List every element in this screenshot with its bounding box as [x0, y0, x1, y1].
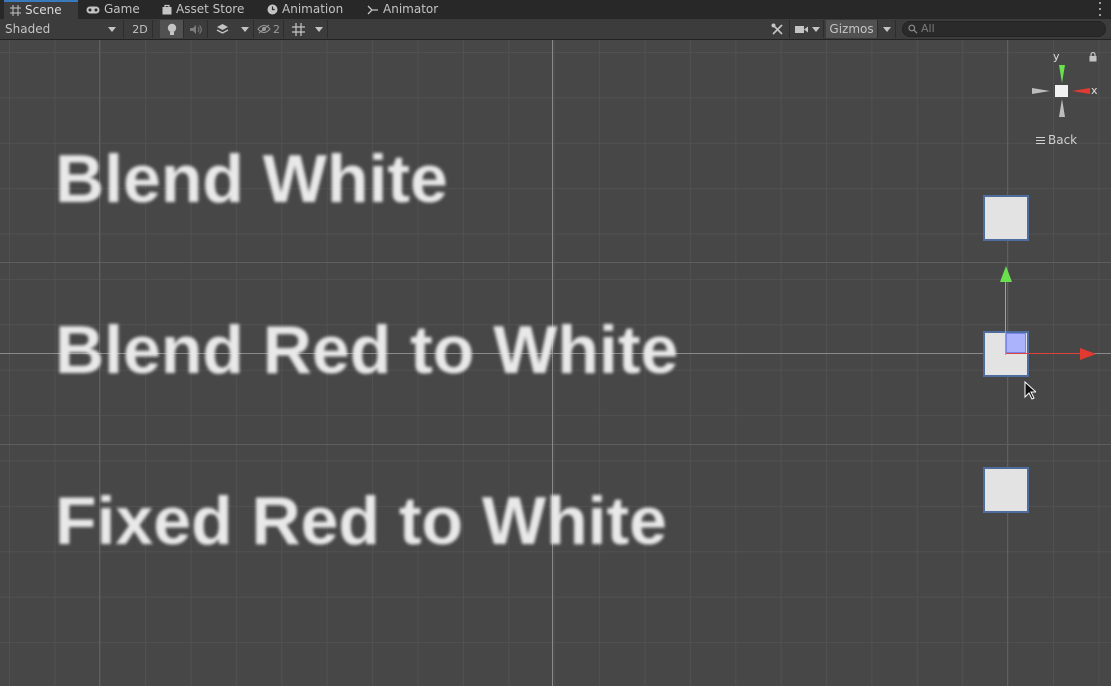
move-gizmo-x-axis[interactable] [1006, 353, 1084, 354]
sprite-object[interactable] [983, 467, 1029, 513]
scene-text-blend-white[interactable]: Blend White [55, 140, 448, 218]
chevron-down-icon [314, 26, 323, 32]
gizmos-dropdown[interactable] [878, 20, 896, 38]
effects-dropdown[interactable] [236, 20, 254, 38]
tab-asset-store[interactable]: Asset Store [156, 0, 254, 19]
chevron-down-icon [240, 26, 249, 32]
lightbulb-icon [167, 23, 176, 35]
clock-icon [267, 4, 278, 15]
toggle-2d-label: 2D [132, 22, 148, 36]
axis-neg-y-cone[interactable] [1059, 99, 1065, 117]
chevron-down-icon [108, 27, 116, 32]
scene-toolbar: Shaded 2D 2 Gizmos All [0, 19, 1111, 40]
grid-snap-icon [291, 22, 305, 36]
axis-center-cube[interactable] [1055, 85, 1068, 97]
toggle-audio-button[interactable] [184, 20, 208, 38]
search-icon [908, 24, 918, 34]
gizmos-button[interactable]: Gizmos [826, 20, 878, 38]
eye-slash-icon [257, 24, 271, 34]
sprite-object[interactable] [983, 195, 1029, 241]
tab-scene[interactable]: Scene [4, 0, 78, 19]
chevron-down-icon [882, 26, 891, 32]
gamepad-icon [86, 6, 100, 13]
hidden-objects-toggle[interactable]: 2 [254, 20, 284, 38]
tools-icon [771, 23, 783, 35]
axis-y-label: y [1053, 50, 1060, 63]
camera-settings-dropdown[interactable] [792, 20, 824, 38]
tab-label: Game [104, 2, 140, 16]
tab-label: Asset Store [176, 2, 245, 16]
layers-icon [216, 24, 228, 34]
speaker-icon [190, 24, 202, 34]
mouse-cursor-icon [1024, 381, 1036, 400]
scene-text-fixed-red-to-white[interactable]: Fixed Red to White [55, 482, 667, 560]
bag-icon [162, 4, 172, 15]
move-gizmo-x-arrow[interactable] [1080, 348, 1096, 360]
search-placeholder: All [921, 22, 935, 35]
move-gizmo-y-arrow[interactable] [1000, 266, 1012, 282]
menu-icon [1036, 136, 1045, 144]
unity-scene-window: Scene Game Asset Store Animation Animato… [0, 0, 1111, 686]
gizmos-label: Gizmos [829, 22, 874, 36]
tab-label: Animator [383, 2, 439, 16]
tab-label: Scene [25, 3, 62, 17]
axis-y-cone[interactable] [1059, 65, 1065, 83]
view-back-label: Back [1048, 133, 1078, 147]
toggle-effects-button[interactable] [208, 20, 236, 38]
toggle-2d-button[interactable]: 2D [128, 20, 153, 38]
hierarchy-search-input[interactable]: All [902, 21, 1106, 37]
axis-x-cone[interactable] [1072, 88, 1090, 94]
tab-game[interactable]: Game [80, 0, 144, 19]
animator-icon [367, 5, 378, 14]
tab-animation[interactable]: Animation [261, 0, 353, 19]
grid-toggle-button[interactable] [286, 20, 310, 38]
shading-mode-dropdown[interactable]: Shaded [0, 20, 124, 38]
more-options-icon[interactable] [1097, 2, 1103, 16]
hidden-count: 2 [273, 22, 280, 36]
axis-x-label: x [1091, 84, 1098, 97]
axis-neg-x-cone[interactable] [1032, 88, 1050, 94]
chevron-down-icon [812, 26, 820, 32]
tools-button[interactable] [766, 20, 790, 38]
tab-animator[interactable]: Animator [361, 0, 445, 19]
tab-label: Animation [282, 2, 344, 16]
grid-dropdown[interactable] [310, 20, 328, 38]
camera-icon [795, 25, 808, 33]
scene-text-blend-red-to-white[interactable]: Blend Red to White [55, 311, 678, 389]
toggle-lighting-button[interactable] [160, 20, 184, 38]
grid-line-major [0, 262, 1111, 263]
scene-viewport[interactable]: Blend White Blend Red to White Fixed Red… [0, 40, 1111, 686]
lock-icon[interactable] [1089, 52, 1097, 62]
editor-tab-bar: Scene Game Asset Store Animation Animato… [0, 0, 1111, 20]
view-back-button[interactable]: Back [1036, 133, 1077, 147]
orientation-gizmo[interactable]: y x [1026, 46, 1098, 126]
move-gizmo-center-handle[interactable] [1006, 333, 1026, 353]
grid-line-major [0, 444, 1111, 445]
shading-mode-value: Shaded [5, 22, 51, 36]
grid-icon [10, 5, 21, 16]
